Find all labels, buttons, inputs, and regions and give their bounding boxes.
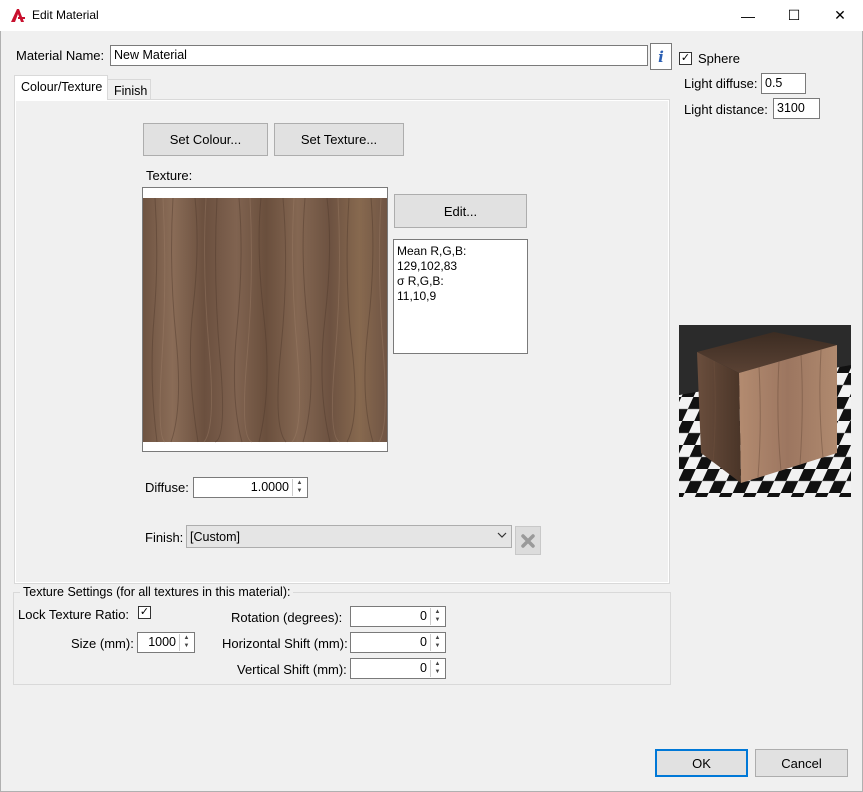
texture-label: Texture: <box>146 168 193 183</box>
ok-button[interactable]: OK <box>655 749 748 777</box>
tab-label: Colour/Texture <box>21 80 103 94</box>
mean-rgb-value: 129,102,83 <box>397 259 458 273</box>
diffuse-value: 1.0000 <box>250 480 289 494</box>
material-preview-render <box>679 325 851 497</box>
diffuse-stepper[interactable]: 1.0000 ▲ ▼ <box>193 477 308 498</box>
finish-label: Finish: <box>145 530 184 545</box>
material-name-label: Material Name: <box>16 48 105 63</box>
texture-stats-box: Mean R,G,B: 129,102,83 σ R,G,B: 11,10,9 <box>393 239 528 354</box>
finish-select-value: [Custom] <box>190 530 241 544</box>
cube-preview-image <box>679 325 851 497</box>
mean-rgb-label: Mean R,G,B: <box>397 244 467 258</box>
window-title: Edit Material <box>32 8 99 22</box>
spin-arrows-icon[interactable]: ▲ ▼ <box>430 634 444 651</box>
texture-settings-title: Texture Settings (for all textures in th… <box>20 585 294 599</box>
minimize-button[interactable]: — <box>725 0 771 31</box>
material-name-input[interactable]: New Material <box>110 45 648 66</box>
edit-texture-button[interactable]: Edit... <box>394 194 527 228</box>
tab-colour-texture[interactable]: Colour/Texture <box>14 75 108 100</box>
info-icon: i <box>658 47 664 66</box>
info-button[interactable]: i <box>650 43 672 70</box>
horizontal-shift-label: Horizontal Shift (mm): <box>222 636 348 651</box>
vertical-shift-stepper[interactable]: 0 ▲ ▼ <box>350 658 446 679</box>
texture-preview <box>142 187 388 452</box>
clear-finish-button[interactable] <box>515 526 541 555</box>
horizontal-shift-value: 0 <box>420 635 427 649</box>
set-texture-button[interactable]: Set Texture... <box>274 123 404 156</box>
sigma-rgb-label: σ R,G,B: <box>397 274 444 288</box>
horizontal-shift-stepper[interactable]: 0 ▲ ▼ <box>350 632 446 653</box>
spin-arrows-icon[interactable]: ▲ ▼ <box>430 608 444 625</box>
size-label: Size (mm): <box>71 636 134 651</box>
rotation-value: 0 <box>420 609 427 623</box>
lock-ratio-checkbox[interactable]: ✓ <box>138 606 151 619</box>
rotation-stepper[interactable]: 0 ▲ ▼ <box>350 606 446 627</box>
vertical-shift-label: Vertical Shift (mm): <box>237 662 347 677</box>
wood-texture-image <box>143 197 387 443</box>
spin-arrows-icon[interactable]: ▲ ▼ <box>292 479 306 496</box>
delete-x-icon <box>521 533 535 548</box>
rotation-label: Rotation (degrees): <box>231 610 343 625</box>
size-stepper[interactable]: 1000 ▲ ▼ <box>137 632 195 653</box>
chevron-down-icon <box>497 532 507 538</box>
diffuse-label: Diffuse: <box>145 480 189 495</box>
close-button[interactable]: ✕ <box>817 0 863 31</box>
vertical-shift-value: 0 <box>420 661 427 675</box>
sphere-label: Sphere <box>698 51 740 66</box>
size-value: 1000 <box>148 635 176 649</box>
maximize-button[interactable]: ☐ <box>771 0 817 31</box>
light-distance-label: Light distance: <box>684 102 768 117</box>
spin-arrows-icon[interactable]: ▲ ▼ <box>179 634 193 651</box>
lock-ratio-label: Lock Texture Ratio: <box>18 607 130 622</box>
tab-label: Finish <box>114 84 148 98</box>
sigma-rgb-value: 11,10,9 <box>397 289 437 303</box>
cancel-button[interactable]: Cancel <box>755 749 848 777</box>
app-logo-icon <box>11 9 25 22</box>
sphere-checkbox[interactable]: ✓ <box>679 52 692 65</box>
spin-arrows-icon[interactable]: ▲ ▼ <box>430 660 444 677</box>
set-colour-button[interactable]: Set Colour... <box>143 123 268 156</box>
light-distance-input[interactable]: 3100 <box>773 98 820 119</box>
light-diffuse-label: Light diffuse: <box>684 76 758 91</box>
finish-select[interactable]: [Custom] <box>186 525 512 548</box>
light-diffuse-input[interactable]: 0.5 <box>761 73 806 94</box>
